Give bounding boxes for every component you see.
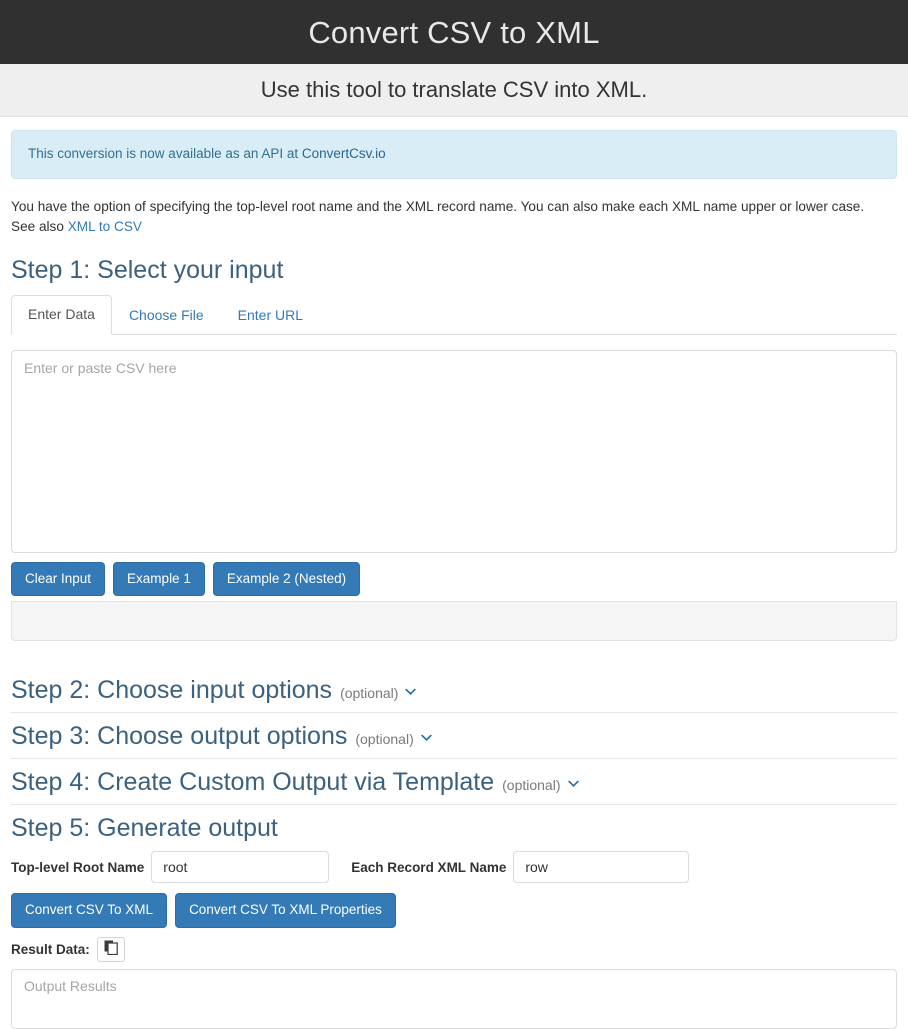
- output-name-form: Top-level Root Name Each Record XML Name: [11, 851, 897, 884]
- clear-input-button[interactable]: Clear Input: [11, 562, 106, 597]
- step-3-heading[interactable]: Step 3: Choose output options (optional): [11, 721, 897, 751]
- step-4-optional-label: (optional): [502, 777, 561, 794]
- step-3-row: Step 3: Choose output options (optional): [11, 712, 897, 751]
- example-1-button[interactable]: Example 1: [113, 562, 205, 597]
- result-data-row: Result Data:: [11, 936, 897, 962]
- root-name-label: Top-level Root Name: [11, 859, 145, 875]
- input-actions-row: Clear Input Example 1 Example 2 (Nested): [11, 562, 897, 597]
- step-2-row: Step 2: Choose input options (optional): [11, 667, 897, 705]
- step-5-heading-text: Step 5: Generate output: [11, 814, 278, 843]
- convertcsv-io-link[interactable]: ConvertCsv.io: [302, 146, 386, 161]
- convert-actions-row: Convert CSV To XML Convert CSV To XML Pr…: [11, 893, 897, 928]
- input-source-tabs: Enter Data Choose File Enter URL: [11, 295, 897, 336]
- intro-paragraph: You have the option of specifying the to…: [11, 197, 897, 236]
- copy-result-button[interactable]: [96, 936, 125, 962]
- step-3-heading-text: Step 3: Choose output options: [11, 722, 348, 751]
- api-info-banner: This conversion is now available as an A…: [11, 130, 897, 179]
- record-name-label: Each Record XML Name: [351, 859, 507, 875]
- api-info-text: This conversion is now available as an A…: [28, 146, 302, 161]
- chevron-down-icon[interactable]: [567, 777, 580, 791]
- chevron-down-icon[interactable]: [420, 731, 433, 745]
- tab-choose-file[interactable]: Choose File: [112, 296, 221, 335]
- tab-enter-url[interactable]: Enter URL: [221, 296, 320, 335]
- page-subtitle: Use this tool to translate CSV into XML.: [260, 77, 648, 102]
- step-2-heading-text: Step 2: Choose input options: [11, 676, 333, 705]
- step-1-heading: Step 1: Select your input: [11, 255, 897, 285]
- result-data-label: Result Data:: [11, 941, 90, 957]
- step-1-heading-text: Step 1: Select your input: [11, 256, 284, 285]
- copy-icon: [104, 940, 118, 958]
- page-title: Convert CSV to XML: [308, 14, 600, 50]
- input-panel: Clear Input Example 1 Example 2 (Nested): [11, 350, 897, 642]
- output-results-textarea[interactable]: [11, 968, 897, 1029]
- convert-csv-to-xml-properties-button[interactable]: Convert CSV To XML Properties: [175, 893, 396, 928]
- step-5-row: Step 5: Generate output Top-level Root N…: [11, 804, 897, 1029]
- collapsible-steps: Step 2: Choose input options (optional) …: [11, 667, 897, 1029]
- step-5-heading: Step 5: Generate output: [11, 813, 897, 843]
- record-name-input[interactable]: [513, 851, 690, 884]
- xml-to-csv-link[interactable]: XML to CSV: [68, 219, 142, 234]
- convert-csv-to-xml-button[interactable]: Convert CSV To XML: [11, 893, 168, 928]
- main-container: This conversion is now available as an A…: [0, 130, 908, 1029]
- example-2-nested-button[interactable]: Example 2 (Nested): [212, 562, 361, 597]
- step-4-row: Step 4: Create Custom Output via Templat…: [11, 758, 897, 797]
- page-masthead: Convert CSV to XML: [0, 0, 908, 64]
- chevron-down-icon[interactable]: [404, 685, 417, 699]
- csv-input-textarea[interactable]: [11, 350, 897, 554]
- step-2-heading[interactable]: Step 2: Choose input options (optional): [11, 675, 897, 705]
- step-4-heading[interactable]: Step 4: Create Custom Output via Templat…: [11, 767, 897, 797]
- input-panel-footer: [11, 601, 897, 642]
- page-subheader: Use this tool to translate CSV into XML.: [0, 64, 908, 117]
- tab-enter-data[interactable]: Enter Data: [11, 295, 112, 336]
- step-3-optional-label: (optional): [355, 731, 414, 748]
- root-name-input[interactable]: [151, 851, 330, 884]
- see-also-label: See also: [11, 218, 68, 234]
- intro-line-1: You have the option of specifying the to…: [11, 198, 865, 214]
- step-2-optional-label: (optional): [340, 685, 399, 702]
- step-4-heading-text: Step 4: Create Custom Output via Templat…: [11, 768, 495, 797]
